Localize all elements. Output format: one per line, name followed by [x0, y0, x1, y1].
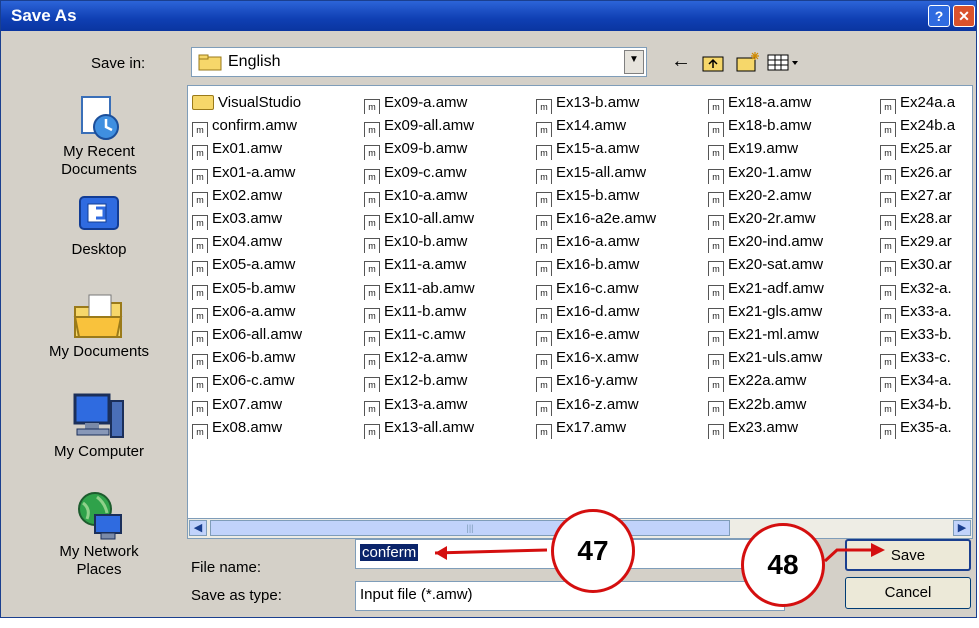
- arrow-48-line: [823, 548, 873, 563]
- arrow-47-line: [434, 548, 548, 555]
- callout-47: 47: [551, 509, 635, 593]
- save-as-dialog: Save As ? ✕ Save in: English ▼ ← My Rece…: [0, 0, 977, 618]
- arrow-47-head: [435, 546, 447, 560]
- annotation-arrows: [434, 543, 885, 563]
- callout-48: 48: [741, 523, 825, 607]
- arrow-48-head: [871, 543, 885, 557]
